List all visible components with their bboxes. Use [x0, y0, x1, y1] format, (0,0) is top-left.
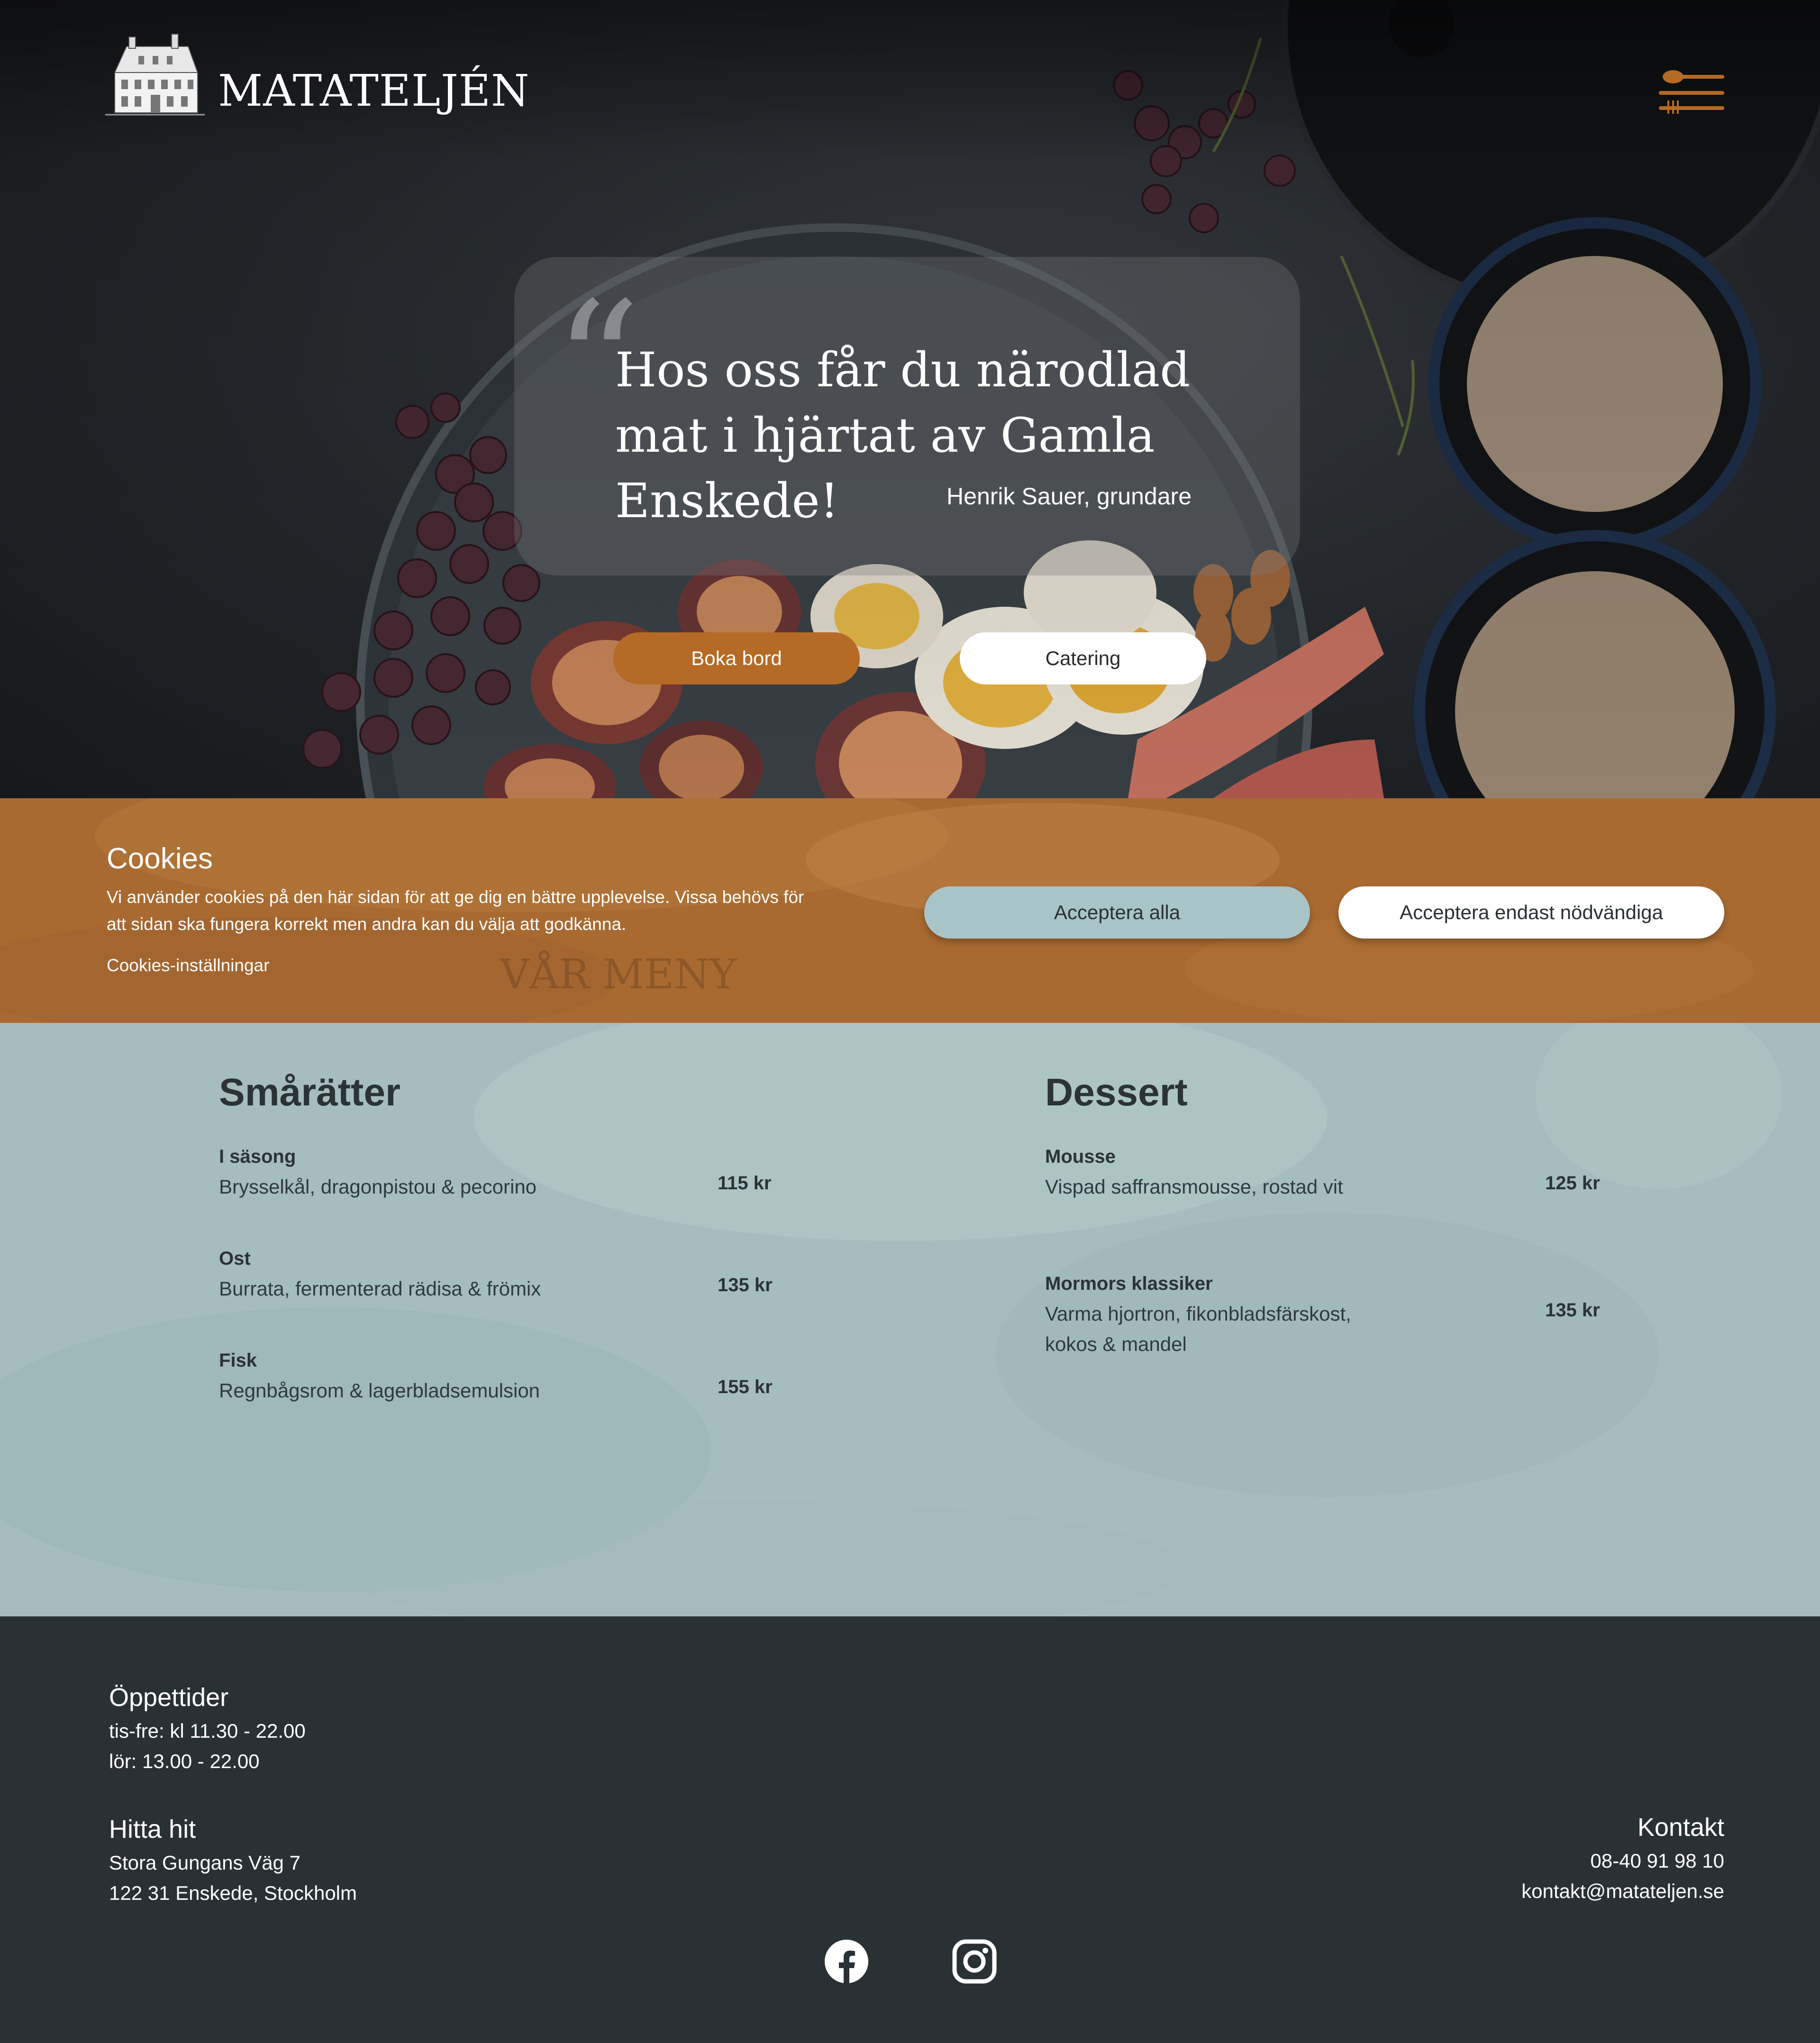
menu-heading-behind-banner: VÅR MENY	[500, 951, 737, 998]
menu-section: Smårätter I säsong Brysselkål, dragonpis…	[0, 1023, 1820, 1616]
facebook-icon[interactable]	[824, 1939, 869, 1984]
dish-price: 135 kr	[1545, 1300, 1600, 1321]
dish-price: 155 kr	[718, 1377, 773, 1397]
catering-button[interactable]: Catering	[960, 632, 1206, 684]
dish-description: Brysselkål, dragonpistou & pecorino	[219, 1176, 537, 1198]
cookie-settings-link[interactable]: Cookies-inställningar	[107, 956, 269, 976]
cookie-banner: VÅR MENY Cookies Vi använder cookies på …	[0, 798, 1820, 1023]
dish-description: Regnbågsrom & lagerbladsemulsion	[219, 1379, 540, 1402]
opening-hours-heading: Öppettider	[109, 1683, 229, 1712]
dish-description: Burrata, fermenterad rädisa & frömix	[219, 1277, 541, 1300]
cookie-title: Cookies	[107, 842, 213, 875]
accept-necessary-button[interactable]: Acceptera endast nödvändiga	[1338, 886, 1724, 939]
dish-price: 115 kr	[718, 1173, 772, 1194]
dish-description: Varma hjortron, fikonbladsfärskost, koko…	[1045, 1303, 1351, 1355]
instagram-icon[interactable]	[952, 1939, 997, 1984]
footer: Öppettider tis-fre: kl 11.30 - 22.00 lör…	[0, 1616, 1820, 2043]
address-line: Stora Gungans Väg 7	[109, 1851, 300, 1874]
dish-description: Vispad saffransmousse, rostad vit	[1045, 1176, 1343, 1198]
hero-section: MATATELJÉN “ Hos oss får du närodlad mat…	[0, 0, 1820, 798]
dish-name: I säsong	[219, 1146, 296, 1167]
book-table-button[interactable]: Boka bord	[613, 632, 860, 684]
dish-name: Mormors klassiker	[1045, 1273, 1213, 1294]
dish-name: Mousse	[1045, 1146, 1116, 1167]
dish-price: 125 kr	[1545, 1173, 1600, 1194]
quote-author: Henrik Sauer, grundare	[946, 483, 1192, 510]
dish-price: 135 kr	[718, 1275, 773, 1295]
cutlery-menu-icon[interactable]	[1659, 66, 1725, 114]
brand-name: MATATELJÉN	[218, 65, 530, 116]
contact-email[interactable]: kontakt@matateljen.se	[1521, 1880, 1724, 1903]
contact-phone[interactable]: 08-40 91 98 10	[1590, 1850, 1724, 1872]
dish-name: Fisk	[219, 1350, 257, 1371]
cookie-text: Vi använder cookies på den här sidan för…	[107, 887, 804, 934]
small-dishes-heading: Smårätter	[219, 1071, 400, 1114]
accept-all-button[interactable]: Acceptera alla	[924, 886, 1310, 939]
house-logo-icon	[105, 34, 205, 116]
dish-name: Ost	[219, 1248, 251, 1269]
directions-heading: Hitta hit	[109, 1815, 196, 1843]
dessert-heading: Dessert	[1045, 1071, 1188, 1114]
logo[interactable]: MATATELJÉN	[105, 27, 529, 127]
address-line: 122 31 Enskede, Stockholm	[109, 1882, 357, 1904]
opening-hours-line: lör: 13.00 - 22.00	[109, 1750, 260, 1772]
opening-hours-line: tis-fre: kl 11.30 - 22.00	[109, 1720, 306, 1742]
contact-heading: Kontakt	[1637, 1813, 1724, 1842]
